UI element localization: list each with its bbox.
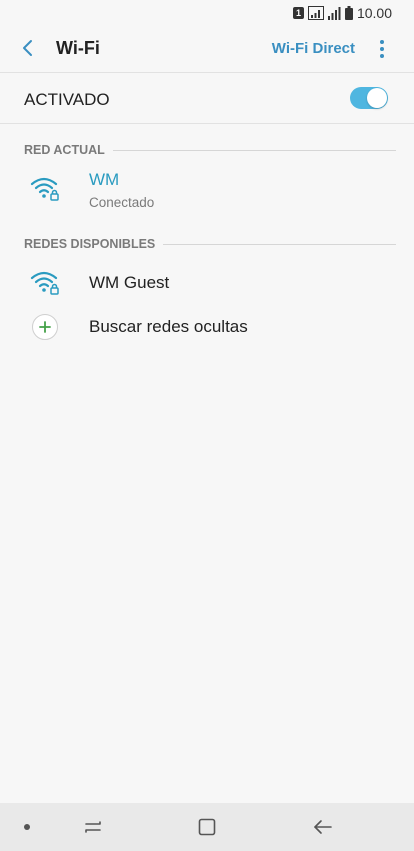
more-options-button[interactable] [372,36,392,62]
signal-strength-icon [327,7,341,20]
back-nav-button[interactable] [310,815,336,839]
status-bar: 1 10.00 [0,0,414,26]
recent-apps-button[interactable] [80,815,106,839]
current-network-section-title: RED ACTUAL [24,143,113,157]
current-network-status: Conectado [89,195,155,210]
wifi-locked-icon [30,177,59,201]
toggle-knob [367,88,387,108]
status-icons: 1 10.00 [292,5,392,21]
battery-icon [344,6,353,20]
nav-dot-button[interactable] [14,815,40,839]
recent-apps-icon [85,821,101,833]
back-button[interactable] [16,36,40,60]
back-nav-icon [314,820,332,834]
wifi-direct-button[interactable]: Wi-Fi Direct [272,40,355,57]
more-vert-icon [380,40,384,58]
wifi-toggle[interactable] [350,87,388,109]
master-switch-label: ACTIVADO [24,90,110,109]
system-navigation-bar [0,803,414,851]
app-header: Wi-Fi Wi-Fi Direct [0,26,414,72]
dot-icon [24,824,30,830]
wifi-master-switch-row[interactable]: ACTIVADO [0,73,414,123]
home-button[interactable] [194,815,220,839]
master-divider [0,123,414,124]
page-title: Wi-Fi [56,38,100,58]
available-networks-section-header: REDES DISPONIBLES [0,233,414,257]
add-hidden-network-label: Buscar redes ocultas [89,317,248,336]
current-network-row[interactable]: WM Conectado [0,163,414,227]
wifi-locked-icon [30,271,59,295]
add-icon [32,314,58,340]
add-hidden-network-row[interactable]: Buscar redes ocultas [0,309,414,353]
sim-icon: 1 [292,7,304,19]
back-arrow-icon [23,40,32,56]
home-icon [198,818,216,836]
network-row-wm-guest[interactable]: WM Guest [0,259,414,309]
current-network-section-header: RED ACTUAL [0,139,414,163]
current-network-name: WM [89,170,120,189]
signal-icon [307,6,324,20]
network-name: WM Guest [89,273,170,292]
status-time: 10.00 [356,5,392,21]
plus-icon [39,321,51,333]
available-networks-section-title: REDES DISPONIBLES [24,237,164,251]
